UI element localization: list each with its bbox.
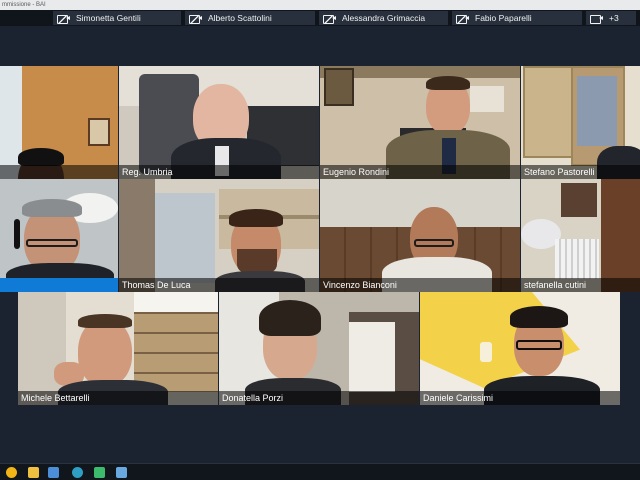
participant-chip[interactable]: Simonetta Gentili <box>53 11 181 25</box>
camera-off-icon <box>57 14 71 24</box>
participant-hair <box>229 209 283 227</box>
participant-chip[interactable]: Alessandra Grimaccia <box>319 11 448 25</box>
radiator <box>555 239 599 279</box>
tile-name: Eugenio Rondini <box>320 165 520 179</box>
file-explorer-icon[interactable] <box>28 467 39 478</box>
video-tile[interactable]: Donatella Porzi <box>219 292 419 405</box>
camera-off-icon <box>323 14 337 24</box>
video-tile[interactable]: Vincenzo Bianconi <box>320 179 520 292</box>
window-titlebar: mmissione - BAI <box>0 0 640 10</box>
painting-figure <box>577 76 617 146</box>
headset <box>14 219 20 249</box>
video-tile[interactable]: Daniele Carissimi <box>420 292 620 405</box>
wall-picture <box>561 183 597 217</box>
participant-hair <box>510 306 568 328</box>
camera-off-icon <box>189 14 203 24</box>
door <box>119 179 155 292</box>
artwork-detail <box>480 342 492 362</box>
camera-off-icon <box>456 14 470 24</box>
camera-icon <box>590 14 604 24</box>
tile-name: Michele Bettarelli <box>18 391 218 405</box>
tile-name: Donatella Porzi <box>219 391 419 405</box>
participant-name: Simonetta Gentili <box>76 13 141 23</box>
participant-hair <box>22 199 82 217</box>
chrome-icon[interactable] <box>72 467 83 478</box>
video-tile[interactable] <box>0 179 118 292</box>
participant-name: Alessandra Grimaccia <box>342 13 426 23</box>
participant-name: Fabio Paparelli <box>475 13 532 23</box>
video-tile[interactable]: Stefano Pastorelli <box>521 66 640 179</box>
more-participants-count: +3 <box>609 13 619 23</box>
participant-chip[interactable]: Fabio Paparelli <box>452 11 582 25</box>
participant-chip[interactable]: Alberto Scattolini <box>185 11 315 25</box>
glasses <box>414 239 454 247</box>
participant-hair <box>259 300 321 336</box>
windows-start-icon[interactable] <box>6 467 17 478</box>
participant-face <box>78 318 132 386</box>
video-tile[interactable]: Thomas De Luca <box>119 179 319 292</box>
tile-name: Stefano Pastorelli <box>521 165 640 179</box>
wall-picture <box>470 86 504 112</box>
tile-name: Daniele Carissimi <box>420 391 620 405</box>
wall-picture <box>324 68 354 106</box>
taskbar <box>0 463 640 480</box>
participant-hair <box>18 148 64 166</box>
tile-name <box>0 165 118 179</box>
paper-sheet <box>349 322 395 392</box>
video-tile[interactable] <box>0 66 118 179</box>
ceiling-light <box>134 292 218 312</box>
video-tile[interactable]: Eugenio Rondini <box>320 66 520 179</box>
participant-hair <box>426 76 470 90</box>
tile-name: stefanella cutini <box>521 278 640 292</box>
tile-name: Reg. Umbria <box>119 165 319 179</box>
video-tile[interactable]: stefanella cutini <box>521 179 640 292</box>
painting <box>523 66 573 158</box>
participant-strip: Simonetta Gentili Alberto Scattolini Ale… <box>0 10 640 26</box>
glasses <box>516 340 562 350</box>
participant-name: Alberto Scattolini <box>208 13 272 23</box>
tile-name: Vincenzo Bianconi <box>320 278 520 292</box>
glasses <box>26 239 78 247</box>
more-participants-button[interactable]: +3 <box>586 11 636 25</box>
bookshelf <box>134 312 218 392</box>
participant-hair <box>78 314 132 328</box>
window-title: mmissione - BAI <box>2 2 46 8</box>
tile-name: Thomas De Luca <box>119 278 319 292</box>
cabinet <box>155 193 215 283</box>
wall-picture <box>88 118 110 146</box>
app-icon[interactable] <box>116 467 127 478</box>
video-tile[interactable]: Michele Bettarelli <box>18 292 218 405</box>
app-icon[interactable] <box>94 467 105 478</box>
door <box>601 179 640 292</box>
video-tile[interactable]: Reg. Umbria <box>119 66 319 179</box>
tile-name <box>0 278 118 292</box>
teams-icon[interactable] <box>48 467 59 478</box>
